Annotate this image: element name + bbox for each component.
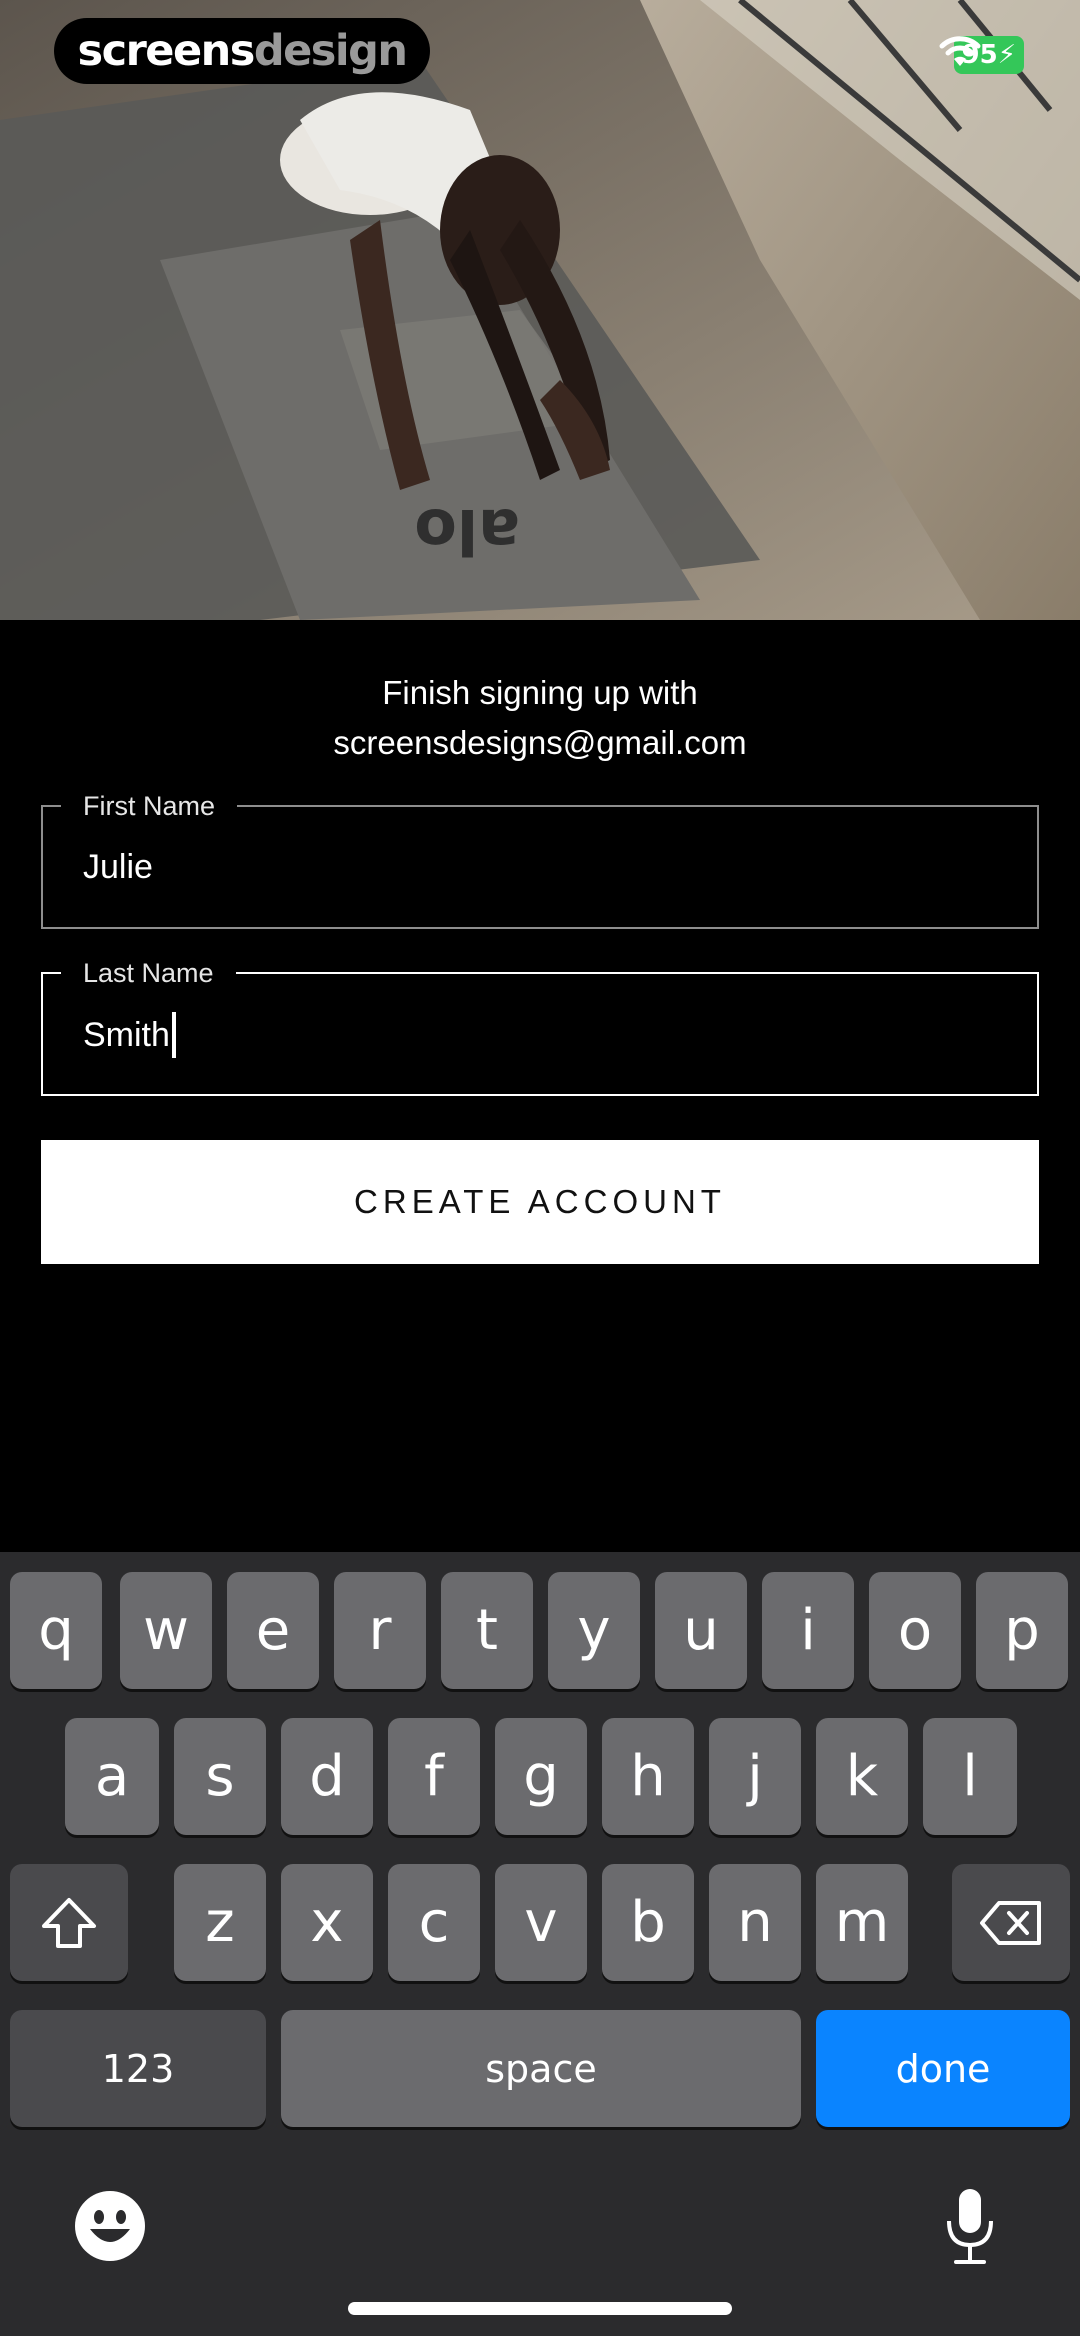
emoji-icon [75,2191,145,2261]
mat-logo: alo [414,495,520,568]
key-c[interactable]: c [388,1864,480,1981]
key-b[interactable]: b [602,1864,694,1981]
watermark-text-a: screens [77,26,256,76]
heading-email: screensdesigns@gmail.com [333,724,747,761]
last-name-field[interactable]: Last Name Smith [41,956,1039,1096]
space-key[interactable]: space [281,2010,801,2127]
screensdesign-watermark: screens design [54,18,430,84]
microphone-button[interactable] [930,2184,1010,2270]
key-v[interactable]: v [495,1864,587,1981]
key-l[interactable]: l [923,1718,1017,1835]
last-name-input[interactable]: Smith [83,1012,176,1058]
key-p[interactable]: p [976,1572,1068,1689]
key-a[interactable]: a [65,1718,159,1835]
microphone-icon [947,2189,993,2264]
last-name-value: Smith [83,1016,170,1054]
keyboard: q w e r t y u i o p a s d f g h j k l z … [0,1552,1080,2336]
shift-icon [42,1897,96,1948]
watermark-text-b: design [253,26,408,76]
delete-key[interactable] [952,1864,1070,1981]
key-t[interactable]: t [441,1572,533,1689]
key-d[interactable]: d [281,1718,373,1835]
key-i[interactable]: i [762,1572,854,1689]
key-z[interactable]: z [174,1864,266,1981]
key-h[interactable]: h [602,1718,694,1835]
key-r[interactable]: r [334,1572,426,1689]
key-j[interactable]: j [709,1718,801,1835]
signup-heading: Finish signing up with screensdesigns@gm… [0,668,1080,768]
last-name-label: Last Name [61,956,236,990]
shift-key[interactable] [10,1864,128,1981]
first-name-field[interactable]: First Name Julie [41,789,1039,929]
workout-photo: alo [0,0,1080,620]
key-k[interactable]: k [816,1718,908,1835]
home-indicator[interactable] [348,2302,732,2315]
key-w[interactable]: w [120,1572,212,1689]
key-f[interactable]: f [388,1718,480,1835]
first-name-label: First Name [61,789,238,823]
emoji-button[interactable] [70,2186,150,2266]
done-key[interactable]: done [816,2010,1070,2127]
key-q[interactable]: q [10,1572,102,1689]
key-g[interactable]: g [495,1718,587,1835]
key-s[interactable]: s [174,1718,266,1835]
charging-icon: ⚡ [997,40,1016,70]
first-name-value[interactable]: Julie [83,845,153,889]
key-m[interactable]: m [816,1864,908,1981]
key-y[interactable]: y [548,1572,640,1689]
status-bar: 95 ⚡ [938,36,1024,74]
heading-line-1: Finish signing up with [382,674,698,711]
key-o[interactable]: o [869,1572,961,1689]
hero-image: alo screens design 95 ⚡ [0,0,1080,620]
key-x[interactable]: x [281,1864,373,1981]
key-u[interactable]: u [655,1572,747,1689]
key-n[interactable]: n [709,1864,801,1981]
backspace-icon [980,1900,1041,1945]
numbers-key[interactable]: 123 [10,2010,266,2127]
key-e[interactable]: e [227,1572,319,1689]
text-cursor [171,1012,176,1058]
create-account-button[interactable]: CREATE ACCOUNT [41,1140,1039,1264]
